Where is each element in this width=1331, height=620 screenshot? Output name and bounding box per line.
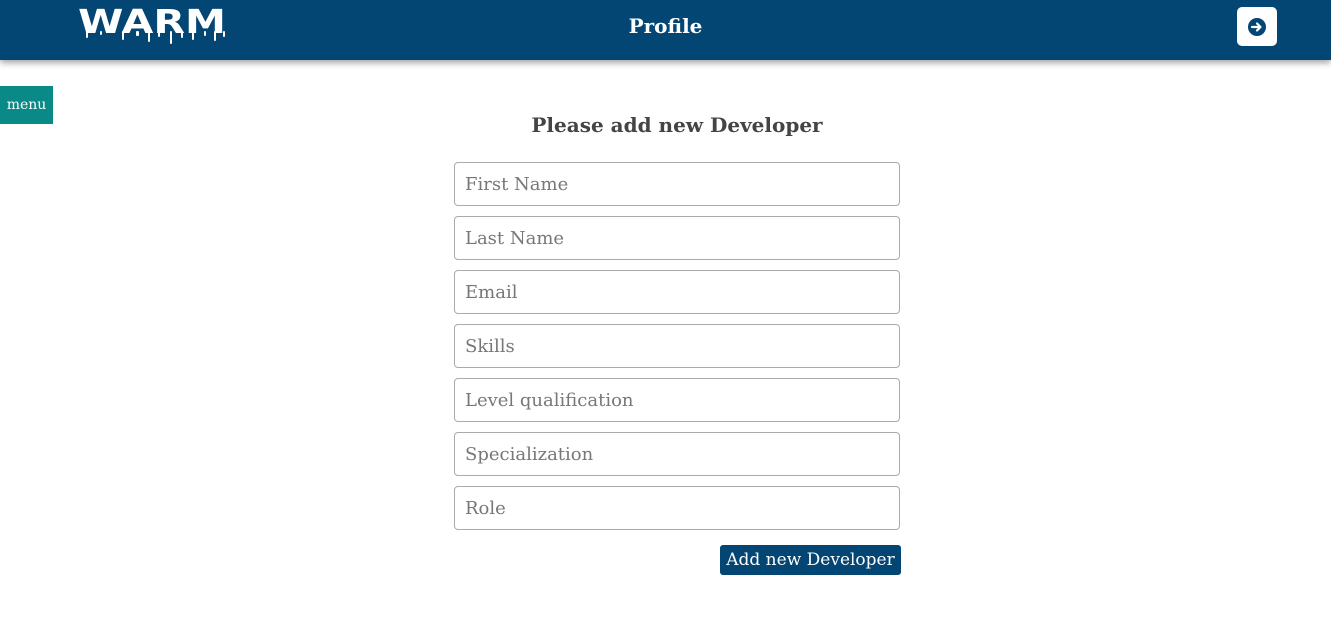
menu-button[interactable]: menu xyxy=(0,86,53,124)
form-heading: Please add new Developer xyxy=(531,113,823,137)
page-title: Profile xyxy=(628,14,703,38)
email-input[interactable] xyxy=(454,270,900,314)
top-header: WARM Profile xyxy=(0,0,1331,60)
specialization-input[interactable] xyxy=(454,432,900,476)
add-new-developer-button[interactable]: Add new Developer xyxy=(720,545,901,575)
role-input[interactable] xyxy=(454,486,900,530)
logout-button[interactable] xyxy=(1237,7,1277,46)
arrow-right-circle-icon xyxy=(1248,17,1266,36)
first-name-input[interactable] xyxy=(454,162,900,206)
level-qualification-input[interactable] xyxy=(454,378,900,422)
last-name-input[interactable] xyxy=(454,216,900,260)
skills-input[interactable] xyxy=(454,324,900,368)
